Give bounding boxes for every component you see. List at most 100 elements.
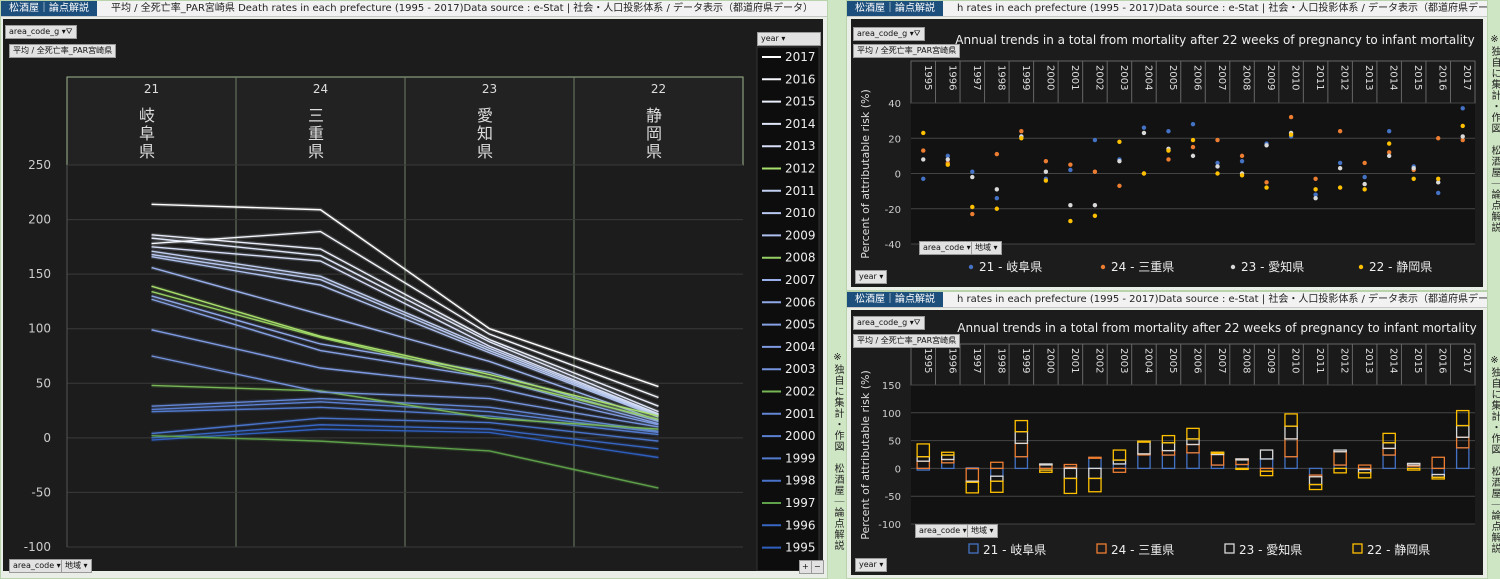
legend-marker	[968, 264, 974, 270]
data-point	[1068, 167, 1073, 173]
data-point	[1190, 137, 1196, 143]
region-button[interactable]: 地域 ▾	[971, 241, 1002, 255]
zoom-out-button[interactable]: −	[811, 560, 824, 574]
legend-label: 2017	[785, 50, 816, 64]
area-code-g-filter[interactable]: area_code_g ▾⛛	[5, 25, 77, 39]
y-tick-label: -50	[885, 492, 901, 503]
data-point	[1166, 148, 1171, 153]
legend-label: 1996	[785, 518, 816, 532]
data-point	[970, 204, 975, 210]
legend-label: 24 - 三重県	[1111, 543, 1174, 557]
measure-button[interactable]: 平均 / 全死亡率_PAR宮崎県	[853, 44, 961, 58]
year-label: 2003	[1118, 348, 1129, 373]
bar-header: 松酒屋｜論点解説 h rates in each prefecture (1995…	[847, 292, 1487, 308]
year-label: 2012	[1339, 348, 1350, 373]
chart-title: Annual trends in a total from mortality …	[957, 321, 1476, 335]
bar-segment	[1088, 456, 1102, 459]
data-point	[1166, 129, 1171, 134]
header-title: h rates in each prefecture (1995 - 2017)…	[957, 3, 1487, 14]
line-chart: 21 岐阜県 24 三重県 23 愛知県 22 静岡県 250 200 150 100 50 0 -50 -1…	[24, 46, 820, 571]
legend-label: 2003	[785, 362, 816, 376]
y-axis-label: Percent of attributable risk (%)	[859, 89, 872, 258]
legend-label: 21 - 岐阜県	[983, 543, 1046, 557]
year-label: 2017	[1461, 65, 1472, 90]
data-point	[1166, 157, 1171, 162]
year-label: 2003	[1118, 65, 1129, 90]
data-point	[921, 157, 926, 162]
year-filter[interactable]: year ▾	[855, 558, 888, 572]
year-filter[interactable]: year ▾	[757, 32, 821, 46]
y-tick-label: 100	[882, 409, 901, 420]
zoom-in-button[interactable]: +	[799, 560, 812, 574]
region-button[interactable]: 地域 ▾	[61, 559, 92, 573]
data-point	[1264, 180, 1269, 185]
brand-tag: 松酒屋｜論点解説	[847, 1, 943, 16]
legend-marker	[1100, 264, 1106, 270]
area-code-button[interactable]: area_code ▾	[919, 241, 975, 255]
left-panel: 松酒屋｜論点解説 平均 / 全死亡率_PAR宮崎県 Death rates in …	[0, 0, 828, 579]
area-code-button[interactable]: area_code ▾	[915, 524, 971, 538]
header-title: 平均 / 全死亡率_PAR宮崎県 Death rates in each pre…	[111, 3, 814, 14]
left-chart-area: 21 岐阜県 24 三重県 23 愛知県 22 静岡県 250 200 150 100 50 0 -50 -1…	[3, 19, 823, 571]
measure-button[interactable]: 平均 / 全死亡率_PAR宮崎県	[853, 334, 961, 348]
year-label: 1996	[946, 348, 957, 373]
left-header: 松酒屋｜論点解説 平均 / 全死亡率_PAR宮崎県 Death rates in …	[1, 1, 827, 17]
data-point	[1141, 125, 1147, 130]
data-point	[1460, 123, 1465, 129]
year-label: 2006	[1192, 348, 1203, 373]
year-label: 2000	[1044, 65, 1055, 90]
bar-segment	[1210, 451, 1225, 454]
measure-button[interactable]: 平均 / 全死亡率_PAR宮崎県	[9, 44, 117, 58]
data-point	[1337, 129, 1343, 134]
data-point	[1386, 129, 1392, 134]
year-label: 2016	[1437, 65, 1448, 90]
area-code-button[interactable]: area_code ▾	[9, 559, 65, 573]
year-label: 2017	[1461, 348, 1472, 373]
scatter-header: 松酒屋｜論点解説 h rates in each prefecture (1995…	[847, 1, 1487, 17]
year-label: 2005	[1167, 65, 1178, 90]
data-point	[1386, 141, 1392, 146]
data-point	[1288, 132, 1294, 137]
data-point	[1019, 136, 1024, 141]
data-point	[1313, 195, 1318, 201]
year-label: 2001	[1069, 65, 1080, 90]
year-label: 1996	[946, 65, 957, 90]
legend-label: 2007	[785, 273, 816, 287]
category-name: 愛知県	[474, 107, 493, 161]
area-code-g-filter[interactable]: area_code_g ▾⛛	[853, 316, 925, 330]
year-label: 1997	[971, 65, 982, 90]
legend-label: 22 - 静岡県	[1367, 543, 1430, 557]
year-label: 1995	[922, 348, 933, 373]
year-label: 2009	[1265, 348, 1276, 373]
y-tick-label: 0	[43, 431, 51, 445]
data-point	[1460, 134, 1465, 139]
year-filter[interactable]: year ▾	[855, 270, 888, 284]
data-point	[1092, 213, 1098, 218]
scatter-side-credit: ※独自に集計・作図 松酒屋｜論点解説	[1489, 34, 1500, 233]
year-label: 2011	[1314, 348, 1325, 373]
data-point	[1092, 137, 1098, 143]
data-point	[1436, 190, 1441, 196]
data-point	[1092, 203, 1098, 208]
year-label: 1999	[1020, 65, 1031, 90]
legend-label: 2013	[785, 139, 816, 153]
data-point	[1190, 153, 1196, 159]
bar-segment	[1235, 467, 1249, 471]
data-point	[1068, 162, 1073, 167]
area-code-g-filter[interactable]: area_code_g ▾⛛	[853, 27, 925, 41]
year-label: 1995	[922, 65, 933, 90]
legend-label: 21 - 岐阜県	[979, 260, 1042, 274]
legend-marker	[1230, 264, 1236, 270]
data-point	[1117, 139, 1122, 144]
data-point	[1190, 144, 1196, 150]
data-point	[994, 187, 1000, 192]
year-label: 2007	[1216, 65, 1227, 90]
year-label: 2006	[1192, 65, 1203, 90]
region-button[interactable]: 地域 ▾	[967, 524, 998, 538]
data-point	[1092, 169, 1098, 174]
data-point	[921, 130, 926, 136]
y-tick-label: 50	[36, 376, 51, 390]
data-point	[1239, 173, 1245, 178]
data-point	[1436, 176, 1441, 181]
year-label: 2015	[1412, 348, 1423, 373]
